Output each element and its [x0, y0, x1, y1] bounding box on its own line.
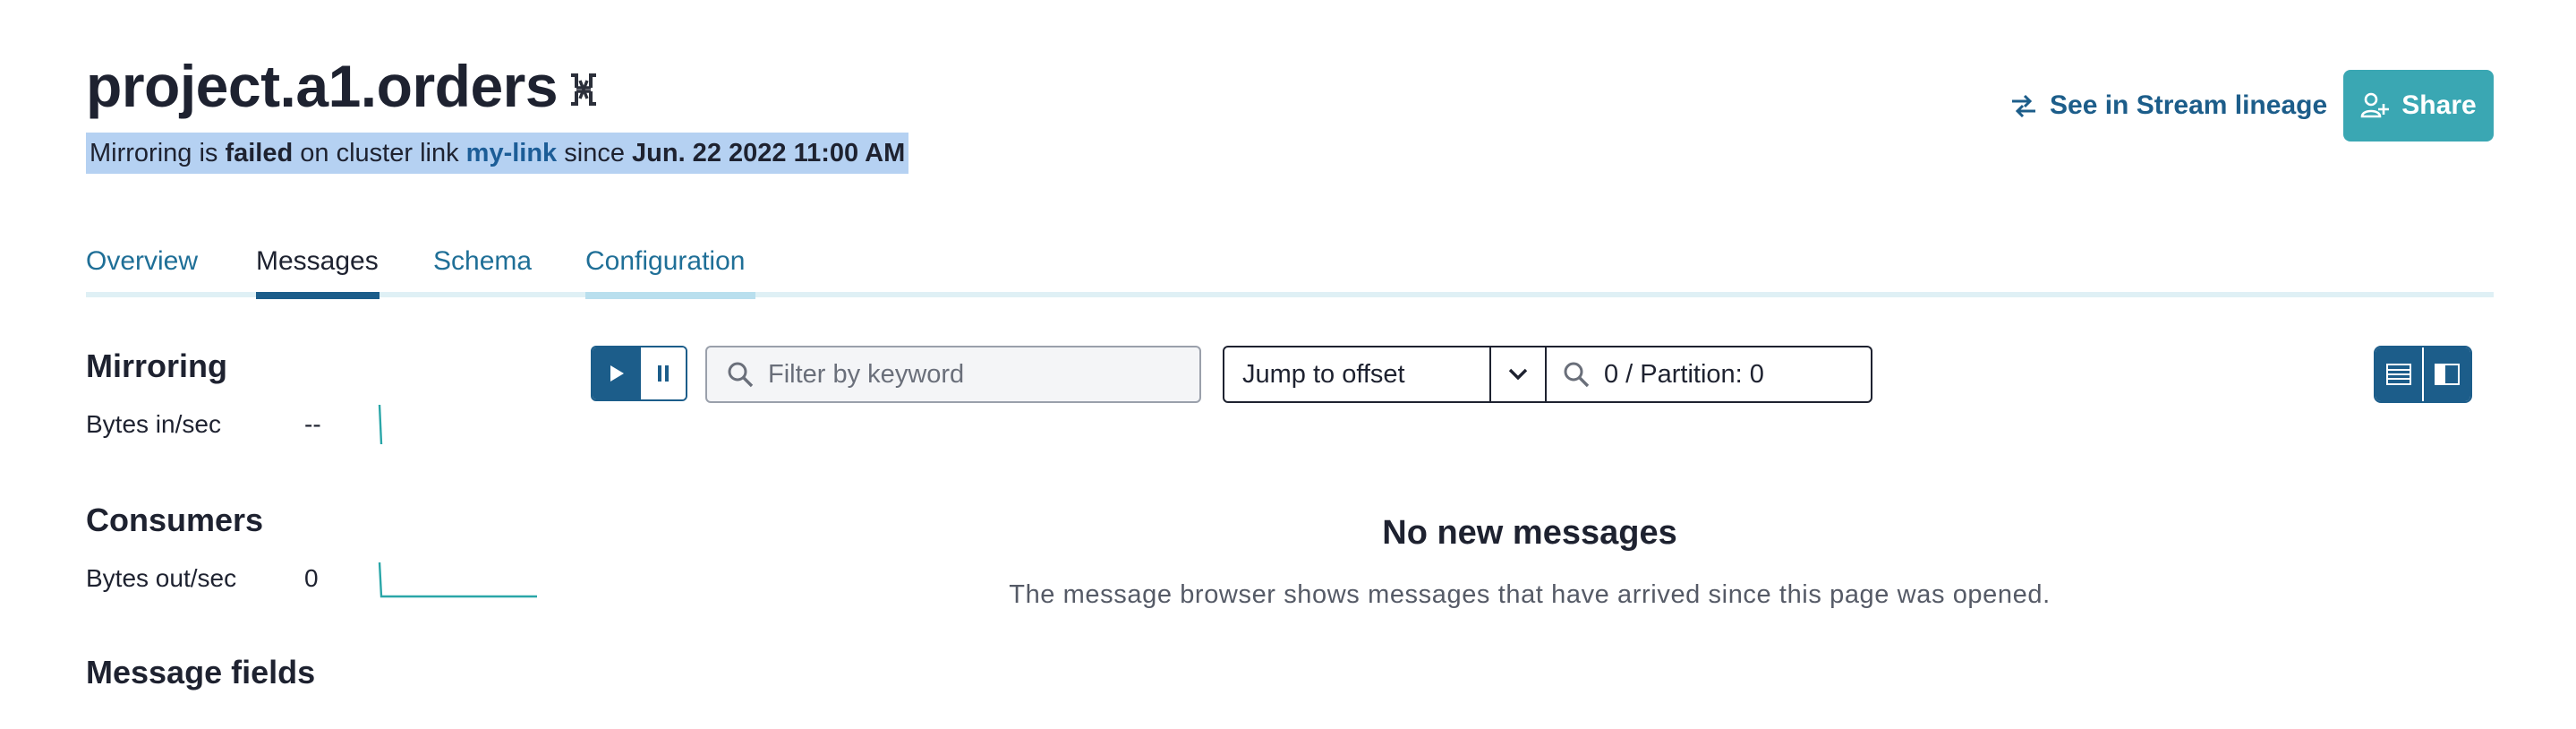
tabs-divider: [86, 292, 2494, 297]
play-icon: [610, 365, 624, 382]
tab-configuration[interactable]: Configuration: [585, 244, 745, 279]
lineage-icon: [2012, 94, 2035, 117]
cluster-link-icon: [571, 73, 596, 106]
status-since-word: since: [564, 139, 625, 167]
split-view-button[interactable]: [2422, 347, 2470, 401]
search-icon: [1564, 362, 1590, 388]
playback-controls: [591, 346, 687, 401]
pause-button[interactable]: [641, 347, 686, 399]
cluster-link[interactable]: my-link: [466, 139, 558, 167]
bytes-out-label: Bytes out/sec: [86, 564, 237, 592]
filter-input[interactable]: [766, 358, 1181, 390]
stream-lineage-label: See in Stream lineage: [2050, 90, 2328, 120]
list-view-button[interactable]: [2376, 347, 2422, 401]
offset-controls: Jump to offset: [1223, 346, 1872, 403]
mirroring-heading: Mirroring: [86, 347, 227, 384]
tab-overview[interactable]: Overview: [86, 244, 198, 279]
chevron-down-icon: [1508, 368, 1528, 381]
share-button[interactable]: Share: [2343, 70, 2494, 142]
share-label: Share: [2401, 90, 2477, 120]
play-button[interactable]: [593, 347, 641, 399]
active-tab-indicator: [256, 292, 380, 299]
view-toggle: [2374, 346, 2472, 403]
bytes-in-sparkline: [378, 404, 383, 445]
consumers-heading: Consumers: [86, 502, 264, 538]
stream-lineage-link[interactable]: See in Stream lineage: [2010, 86, 2327, 125]
offset-input[interactable]: [1602, 358, 1856, 390]
keyword-filter: [705, 346, 1201, 403]
tab-messages[interactable]: Messages: [256, 244, 379, 279]
search-icon: [728, 362, 754, 388]
tab-schema[interactable]: Schema: [433, 244, 532, 279]
list-view-icon: [2386, 364, 2411, 385]
split-view-icon: [2435, 364, 2460, 385]
empty-state-heading: No new messages: [1382, 514, 1677, 552]
pause-icon: [658, 365, 669, 382]
hover-tab-indicator: [585, 292, 755, 299]
mirroring-status: Mirroring is failed on cluster link my-l…: [86, 133, 909, 174]
offset-mode-dropdown[interactable]: [1491, 347, 1547, 401]
status-since-date: Jun. 22 2022 11:00 AM: [632, 139, 906, 167]
bytes-out-value: 0: [304, 564, 319, 592]
status-state: failed: [225, 139, 294, 167]
offset-search: [1547, 347, 1871, 401]
bytes-in-value: --: [304, 410, 321, 438]
share-users-icon: [2360, 92, 2390, 118]
bytes-out-sparkline: [378, 562, 537, 598]
bytes-in-label: Bytes in/sec: [86, 410, 221, 438]
empty-state-description: The message browser shows messages that …: [1009, 580, 2051, 609]
message-fields-heading: Message fields: [86, 654, 316, 690]
status-middle: on cluster link: [300, 139, 459, 167]
page-title: project.a1.orders: [86, 53, 559, 119]
status-prefix: Mirroring is: [90, 139, 218, 167]
offset-mode-select[interactable]: Jump to offset: [1224, 347, 1491, 401]
